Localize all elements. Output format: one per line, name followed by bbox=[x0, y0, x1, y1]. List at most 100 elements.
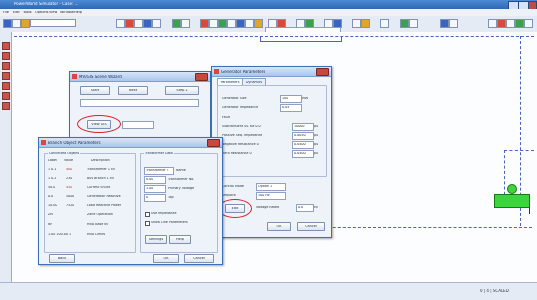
show-line-params-label: Show Line Parameters bbox=[151, 221, 188, 224]
tool-select-icon[interactable] bbox=[2, 42, 10, 50]
generator-dialog: Generator Parameters Parameters Dynamics… bbox=[211, 66, 332, 238]
open-icon[interactable] bbox=[12, 19, 21, 28]
generator-ok-button[interactable]: OK bbox=[267, 222, 291, 231]
oneline-icon[interactable] bbox=[449, 19, 458, 28]
row-value: 5000 bbox=[66, 195, 75, 198]
shunt-icon[interactable] bbox=[245, 19, 254, 28]
use-impedance-label: Use Impedance bbox=[151, 212, 177, 215]
settings-button[interactable]: Settings bbox=[145, 235, 167, 244]
tool-line-icon[interactable] bbox=[2, 82, 10, 90]
gen-row-label: Zero Resistance 0 bbox=[222, 152, 252, 155]
bus-icon[interactable] bbox=[200, 19, 209, 28]
wizard-path-field[interactable] bbox=[80, 99, 199, 107]
generator-symbol[interactable] bbox=[507, 184, 517, 194]
row-desc: Current Shunt bbox=[87, 186, 111, 189]
object-dialog-title: Branch Object Parameters bbox=[48, 140, 101, 145]
use-impedance-checkbox[interactable] bbox=[145, 212, 150, 217]
info-icon[interactable] bbox=[524, 19, 533, 28]
row-desc: Load Reactive Power bbox=[87, 204, 122, 207]
gen-voltage-field[interactable]: 0.0 bbox=[296, 204, 314, 212]
window-icon[interactable] bbox=[488, 19, 497, 28]
tool-gen-icon[interactable] bbox=[2, 62, 10, 70]
switch-icon[interactable] bbox=[254, 19, 263, 28]
gen-subtransient-field[interactable]: 10000 bbox=[292, 123, 314, 131]
red-annotation-circle-2 bbox=[218, 199, 252, 218]
undo-icon[interactable] bbox=[143, 19, 152, 28]
generator-dialog-title-bar: Generator Parameters bbox=[212, 67, 331, 77]
menu-window[interactable]: Window bbox=[60, 11, 74, 15]
menu-tools[interactable]: Tools bbox=[23, 11, 32, 15]
xfmr-voltage-field[interactable]: 1.00 bbox=[144, 185, 166, 193]
run-icon[interactable] bbox=[361, 19, 370, 28]
xfmr-tap-field[interactable]: 0 bbox=[144, 194, 166, 202]
gen-icon[interactable] bbox=[218, 19, 227, 28]
stop-icon[interactable] bbox=[380, 19, 389, 28]
cascade-icon[interactable] bbox=[506, 19, 515, 28]
gen-unit: pu bbox=[314, 134, 319, 137]
menu-view[interactable]: View bbox=[49, 11, 57, 15]
generator-close-button[interactable] bbox=[316, 68, 329, 76]
transformer-icon[interactable] bbox=[236, 19, 245, 28]
transformer-data-title: Transformer Data bbox=[144, 152, 174, 156]
canvas-bus-bracket bbox=[260, 37, 342, 42]
wizard-value-field[interactable] bbox=[122, 121, 154, 129]
wizard-tab-step2[interactable]: Step 2 bbox=[165, 86, 199, 95]
tile-icon[interactable] bbox=[497, 19, 506, 28]
tool-load-icon[interactable] bbox=[2, 72, 10, 80]
select-icon[interactable] bbox=[172, 19, 181, 28]
view-combo[interactable] bbox=[30, 19, 76, 27]
xfmr-no-field[interactable]: 0.00 bbox=[144, 176, 166, 184]
zoom-icon[interactable] bbox=[181, 19, 190, 28]
line-icon[interactable] bbox=[209, 19, 218, 28]
gen-zero-field[interactable]: 0.0400 bbox=[292, 150, 314, 158]
tool-bus-icon[interactable] bbox=[2, 52, 10, 60]
gen-setpoint-field[interactable]: 100 Hz bbox=[256, 192, 286, 200]
object-cancel-button[interactable]: Cancel bbox=[184, 254, 214, 263]
load-icon[interactable] bbox=[227, 19, 236, 28]
save-icon[interactable] bbox=[21, 19, 30, 28]
gen-impedance-field[interactable]: 0.05 bbox=[280, 104, 302, 112]
menu-file[interactable]: File bbox=[3, 11, 9, 15]
gen-neg-field[interactable]: 0.0400 bbox=[292, 141, 314, 149]
help-icon[interactable] bbox=[515, 19, 524, 28]
gen-pos-seq-field[interactable]: 0.0050 bbox=[292, 132, 314, 140]
app-title-bar: PowerWorld Simulator - Case: ... bbox=[0, 0, 537, 10]
tool-shunt-icon[interactable] bbox=[2, 102, 10, 110]
gen-control-mode-field[interactable]: Option 1 bbox=[256, 183, 286, 191]
object-ok-button[interactable]: OK bbox=[153, 254, 179, 263]
pan-icon[interactable] bbox=[400, 19, 409, 28]
col-header: Label bbox=[48, 159, 57, 162]
gen-lower-label: Voltage Rated bbox=[256, 206, 280, 209]
object-close-button[interactable] bbox=[207, 139, 220, 147]
help-button[interactable]: Help bbox=[169, 235, 191, 244]
fit-icon[interactable] bbox=[409, 19, 418, 28]
menu-help[interactable]: Help bbox=[74, 11, 82, 15]
gen-row-label: Generator Impedance bbox=[222, 106, 259, 109]
new-icon[interactable] bbox=[3, 19, 12, 28]
copy-icon[interactable] bbox=[125, 19, 134, 28]
layer-icon[interactable] bbox=[352, 19, 361, 28]
row-desc: MVA Limits bbox=[87, 233, 106, 236]
generator-cancel-button[interactable]: Cancel bbox=[297, 222, 325, 231]
paste-icon[interactable] bbox=[134, 19, 143, 28]
row-value: 7520 bbox=[66, 204, 75, 207]
case-info-icon[interactable] bbox=[440, 19, 449, 28]
menu-edit[interactable]: Edit bbox=[13, 11, 20, 15]
gen-row-label: Negative Resistance 0 bbox=[222, 143, 259, 146]
connected-objects-title: Connected Objects bbox=[48, 152, 81, 156]
gen-size-field[interactable]: 100 bbox=[280, 95, 302, 103]
row-id: NF bbox=[48, 223, 53, 226]
xfmr-name-field[interactable]: Transformer T bbox=[144, 167, 174, 175]
redo-icon[interactable] bbox=[152, 19, 161, 28]
cut-icon[interactable] bbox=[116, 19, 125, 28]
show-line-params-checkbox[interactable] bbox=[145, 221, 150, 226]
menu-options[interactable]: Options bbox=[35, 11, 49, 15]
wizard-tab-start[interactable]: Start bbox=[80, 86, 110, 95]
toolbar bbox=[0, 16, 537, 34]
generator-node[interactable] bbox=[494, 194, 530, 208]
back-button[interactable]: Back bbox=[49, 254, 75, 263]
tool-xfmr-icon[interactable] bbox=[2, 92, 10, 100]
wizard-tab-next[interactable]: Next bbox=[118, 86, 148, 95]
wizard-close-button[interactable] bbox=[195, 73, 208, 81]
row-value: 400 bbox=[66, 168, 73, 171]
